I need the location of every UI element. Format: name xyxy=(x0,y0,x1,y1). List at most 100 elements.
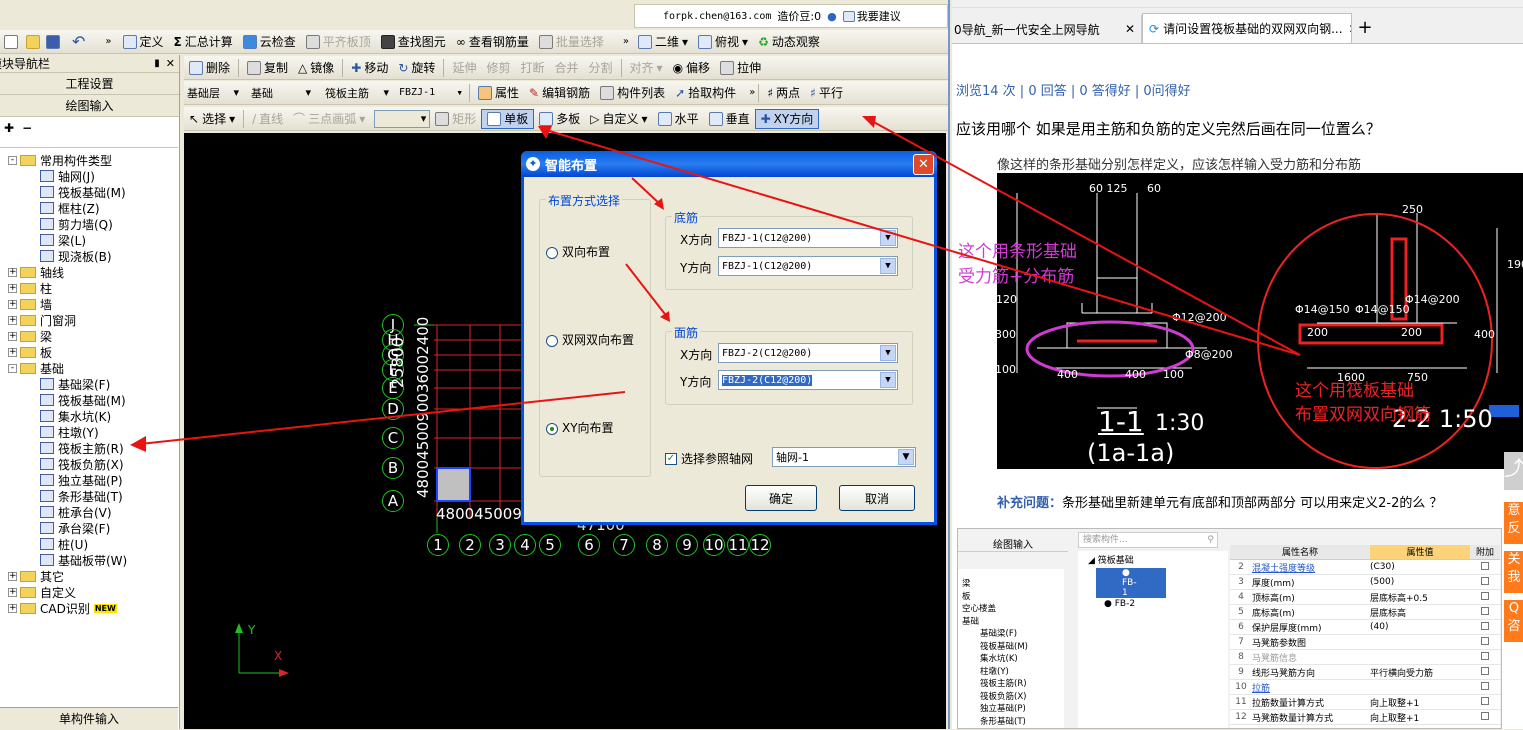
arc-mode-select[interactable]: ▾ xyxy=(374,109,431,128)
2d-view-button[interactable]: 二维 ▾ xyxy=(633,32,693,52)
extend-button[interactable]: 延伸 xyxy=(447,58,481,78)
parallel-button[interactable]: ♯ 平行 xyxy=(805,83,848,103)
save-icon[interactable] xyxy=(46,34,60,49)
open-folder-icon[interactable] xyxy=(26,34,40,49)
property-row[interactable]: 2 混凝土强度等级 (C30) xyxy=(1230,560,1501,575)
tab-question[interactable]: ⟳请问设置筏板基础的双网双向钢...✕ xyxy=(1142,13,1352,43)
nav-tree-item[interactable]: 筏板基础(M) xyxy=(40,184,126,200)
nav-tree-item[interactable]: + 门窗洞 xyxy=(8,312,76,328)
top-x-select[interactable]: FBZJ-2(C12@200) ▼ xyxy=(718,343,898,363)
nav-tree-item[interactable]: 剪力墙(Q) xyxy=(40,216,113,232)
single-component-input-tab[interactable]: 单构件输入 xyxy=(0,707,178,729)
nav-tree-item[interactable]: + CAD识别 NEW xyxy=(8,600,117,616)
nav-tree-item[interactable]: 轴网(J) xyxy=(40,168,95,184)
top-y-select[interactable]: FBZJ-2(C12@200) ▼ xyxy=(718,370,898,390)
align-button[interactable]: 对齐 ▾ xyxy=(625,58,668,78)
category-select[interactable]: 基础 ▾ xyxy=(248,84,314,102)
property-row[interactable]: 6 保护层厚度(mm) (40) xyxy=(1230,620,1501,635)
multi-slab-button[interactable]: 多板 xyxy=(534,109,585,129)
tab-navigation[interactable]: 0导航_新一代安全上网导航 ✕ xyxy=(952,15,1142,43)
component-list-button[interactable]: 构件列表 xyxy=(595,83,670,103)
nav-tree-item[interactable]: 筏板负筋(X) xyxy=(40,456,124,472)
bell-icon[interactable]: ● xyxy=(827,10,837,23)
cloud-check-button[interactable]: 云检查 xyxy=(238,32,301,52)
nav-tree-item[interactable]: 基础梁(F) xyxy=(40,376,110,392)
nav-tree-item[interactable]: 筏板基础(M) xyxy=(40,392,126,408)
radio-xy-direction[interactable]: XY向布置 xyxy=(546,419,614,436)
cancel-button[interactable]: 取消 xyxy=(839,485,915,511)
horizontal-button[interactable]: 水平 xyxy=(653,109,704,129)
property-row[interactable]: 7 马凳筋参数图 xyxy=(1230,635,1501,650)
nav-tree-item[interactable]: + 墙 xyxy=(8,296,52,312)
nav-tree-item[interactable]: 柱墩(Y) xyxy=(40,424,99,440)
split-button[interactable]: 分割 xyxy=(584,58,618,78)
nav-tree-item[interactable]: + 轴线 xyxy=(8,264,64,280)
nav-tree-item[interactable]: 桩(U) xyxy=(40,536,88,552)
property-row[interactable]: 9 线形马凳筋方向 平行横向受力筋 xyxy=(1230,665,1501,680)
new-file-icon[interactable] xyxy=(4,34,18,49)
name-select[interactable]: FBZJ-1 ▾ xyxy=(396,84,466,102)
collapse-icon[interactable]: - xyxy=(8,155,17,165)
line-button[interactable]: ∕ 直线 xyxy=(247,109,288,129)
expand-icon[interactable]: + xyxy=(8,587,17,597)
nav-tree-item[interactable]: 框柱(Z) xyxy=(40,200,100,216)
nav-tree-item[interactable]: 集水坑(K) xyxy=(40,408,111,424)
property-row[interactable]: 10 拉筋 xyxy=(1230,680,1501,695)
checkbox-icon[interactable] xyxy=(1481,711,1489,720)
account-email[interactable]: forpk.chen@163.com xyxy=(663,11,771,22)
nav-tree-item[interactable]: + 柱 xyxy=(8,280,52,296)
vertical-button[interactable]: 垂直 xyxy=(704,109,755,129)
radio-bidirectional[interactable]: 双向布置 xyxy=(546,243,610,260)
xy-direction-button[interactable]: ✚ XY方向 xyxy=(754,108,820,129)
top-view-button[interactable]: 俯视 ▾ xyxy=(693,32,753,52)
nav-tree-item[interactable]: + 其它 xyxy=(8,568,64,584)
checkbox-icon[interactable] xyxy=(1481,606,1489,615)
move-button[interactable]: ✚ 移动 xyxy=(346,58,393,78)
nav-tree-item[interactable]: 梁(L) xyxy=(40,232,86,248)
expand-icon[interactable]: + xyxy=(8,267,17,277)
single-slab-button[interactable]: 单板 xyxy=(481,108,535,129)
pick-component-button[interactable]: ➚ 拾取构件 xyxy=(670,83,741,103)
rotate-button[interactable]: ↻ 旋转 xyxy=(393,58,440,78)
new-tab-button[interactable]: + xyxy=(1352,15,1378,43)
ref-axis-select[interactable]: 轴网-1 ▼ xyxy=(772,447,916,467)
align-slab-top-button[interactable]: 平齐板顶 xyxy=(301,32,376,52)
type-select[interactable]: 筏板主筋 ▾ xyxy=(322,84,392,102)
offset-button[interactable]: ◉ 偏移 xyxy=(668,58,716,78)
delete-button[interactable]: 删除 xyxy=(184,58,235,78)
side-button-1[interactable]: 意反 xyxy=(1504,502,1523,544)
embedded-screenshot[interactable]: 绘图输入 梁板空心楼盖 基础 基础梁(F) 筏板基础(M) 集水坑(K) 柱墩(Y) 筏板主… xyxy=(957,528,1502,729)
find-element-button[interactable]: 查找图元 xyxy=(376,32,451,52)
side-button-feedback[interactable]: ⤴ xyxy=(1504,452,1523,490)
define-button[interactable]: 定义 xyxy=(118,32,169,52)
nav-tree-item[interactable]: 现浇板(B) xyxy=(40,248,112,264)
checkbox-icon[interactable] xyxy=(1481,681,1489,690)
rectangle-button[interactable]: 矩形 xyxy=(430,109,481,129)
close-tab-icon[interactable]: ✕ xyxy=(1125,22,1135,36)
checkbox-icon[interactable] xyxy=(1481,576,1489,585)
nav-tree-item[interactable]: + 自定义 xyxy=(8,584,76,600)
copy-button[interactable]: 复制 xyxy=(242,58,293,78)
expand-icon[interactable]: + xyxy=(8,315,17,325)
property-row[interactable]: 12 马凳筋数量计算方式 向上取整+1 xyxy=(1230,710,1501,725)
nav-tree-item[interactable]: + 梁 xyxy=(8,328,52,344)
merge-button[interactable]: 合并 xyxy=(549,58,583,78)
tab-project-settings[interactable]: 工程设置 xyxy=(0,73,179,95)
break-button[interactable]: 打断 xyxy=(515,58,549,78)
property-row[interactable]: 5 底标高(m) 层底标高 xyxy=(1230,605,1501,620)
expand-all-icon[interactable]: ✚ xyxy=(4,121,14,135)
tab-drawing-input[interactable]: 绘图输入 xyxy=(0,95,179,117)
radio-double-mesh[interactable]: 双网双向布置 xyxy=(546,331,634,348)
summary-calc-button[interactable]: Σ 汇总计算 xyxy=(169,32,238,52)
undo-icon[interactable]: ↶ xyxy=(72,32,85,51)
pin-icon[interactable]: ▮ xyxy=(154,58,160,69)
side-button-3[interactable]: Q咨 xyxy=(1504,600,1523,642)
close-icon[interactable]: ✕ xyxy=(166,57,175,70)
mirror-button[interactable]: △ 镜像 xyxy=(293,58,339,78)
nav-tree-item[interactable]: 条形基础(T) xyxy=(40,488,123,504)
expand-icon[interactable]: + xyxy=(8,603,17,613)
nav-tree-item[interactable]: - 基础 xyxy=(8,360,64,376)
property-row[interactable]: 4 顶标高(m) 层底标高+0.5 xyxy=(1230,590,1501,605)
ok-button[interactable]: 确定 xyxy=(745,485,817,511)
view-rebar-button[interactable]: ∞ 查看钢筋量 xyxy=(451,32,534,52)
